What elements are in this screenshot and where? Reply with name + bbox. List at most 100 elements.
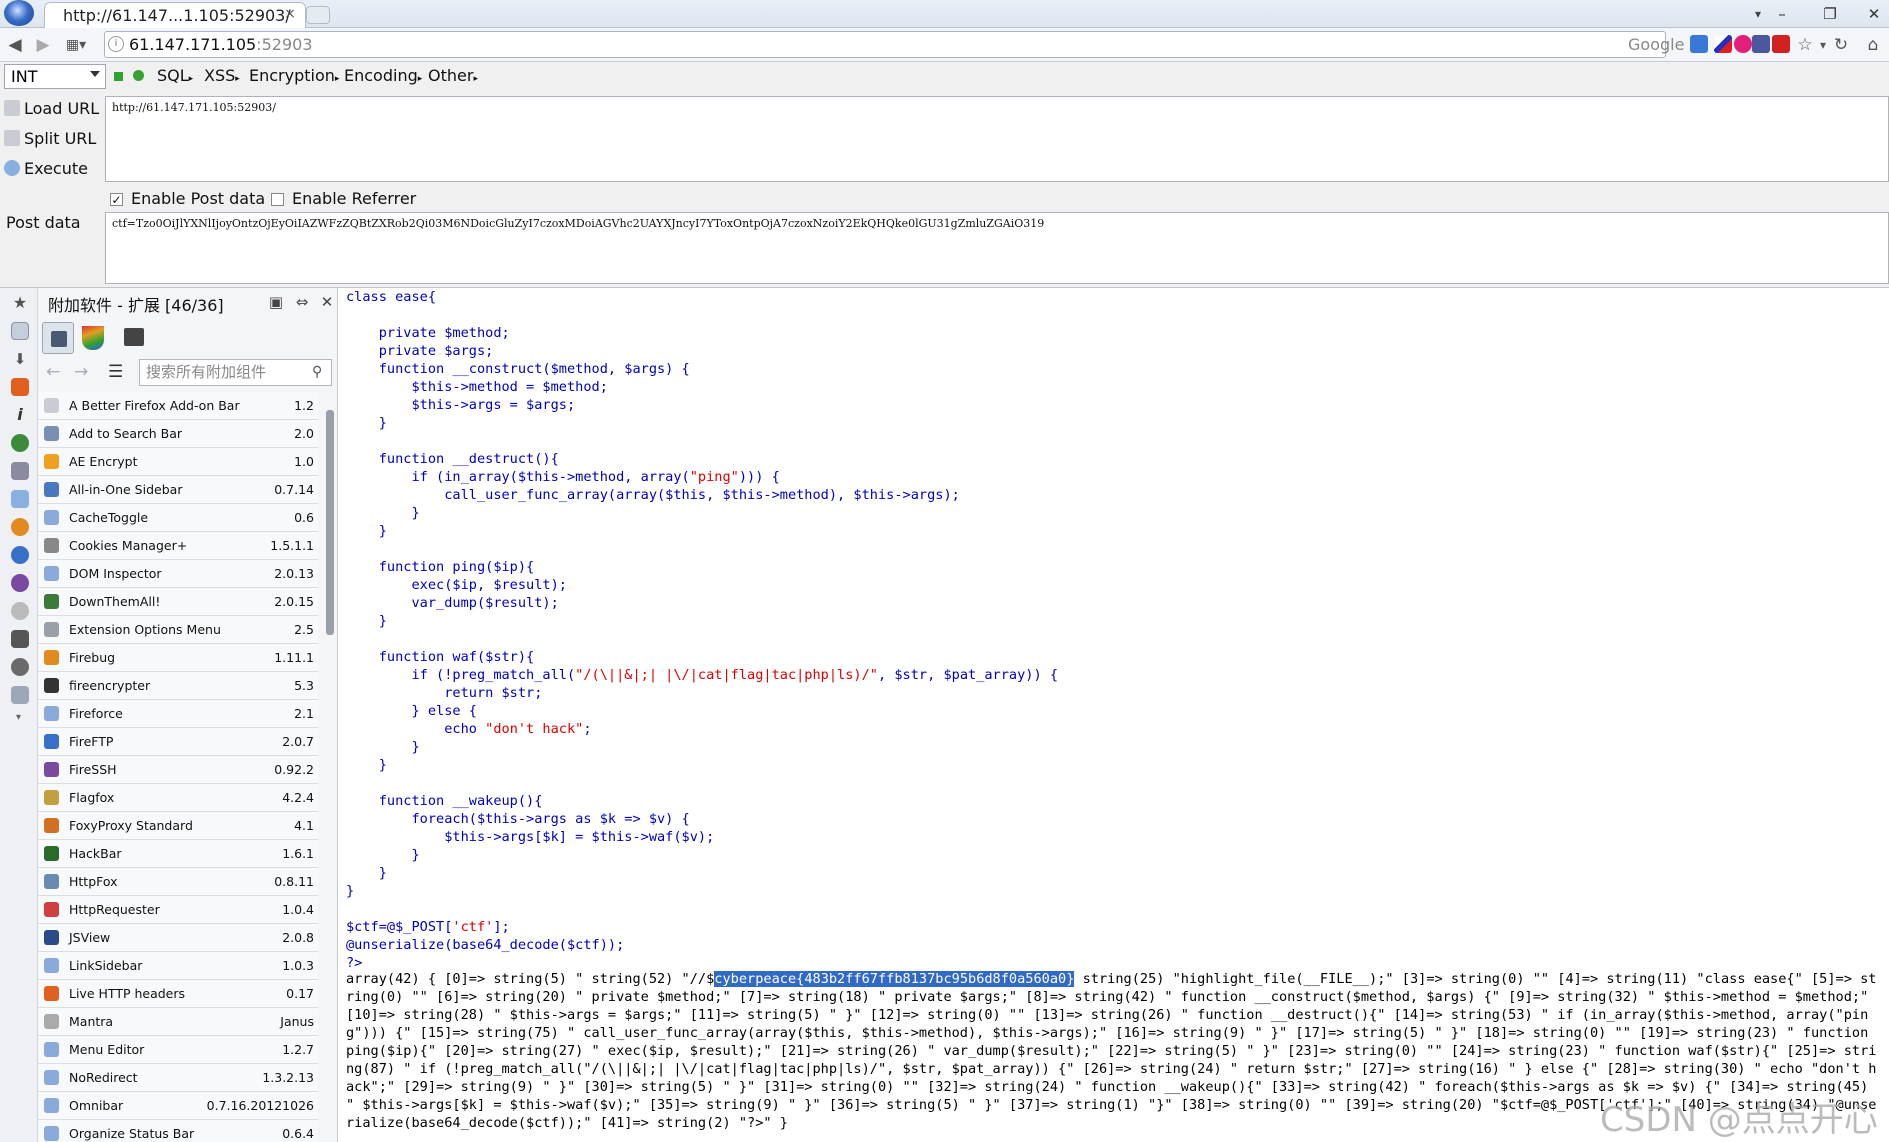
- google-icon[interactable]: [1690, 35, 1708, 53]
- addon-row[interactable]: DOM Inspector 2.0.13: [38, 560, 318, 588]
- forward-icon[interactable]: ▶: [32, 34, 54, 56]
- increase-icon[interactable]: [133, 70, 144, 81]
- home-icon[interactable]: ⌂: [1862, 34, 1884, 56]
- addon-version: 2.5: [294, 622, 314, 637]
- tag-icon[interactable]: [11, 686, 29, 704]
- appearance-icon[interactable]: [82, 326, 104, 350]
- addons-menu-icon[interactable]: ☰: [108, 362, 123, 382]
- firebug-icon[interactable]: [11, 518, 29, 536]
- info-icon[interactable]: i: [11, 406, 29, 424]
- search-icon[interactable]: ⚲: [312, 364, 326, 380]
- split-url-button[interactable]: Split URL: [4, 127, 96, 151]
- tab-active[interactable]: http://61.147...1.105:52903/: [44, 2, 306, 29]
- addon-row[interactable]: Firebug 1.11.1: [38, 644, 318, 672]
- addon-row[interactable]: FireSSH 0.92.2: [38, 756, 318, 784]
- addon-row[interactable]: FoxyProxy Standard 4.1: [38, 812, 318, 840]
- addon-row[interactable]: Omnibar 0.7.16.20121026: [38, 1092, 318, 1120]
- addon-row[interactable]: Add to Search Bar 2.0: [38, 420, 318, 448]
- tab-title: http://61.147...1.105:52903/: [63, 6, 291, 25]
- extensions-tab[interactable]: [42, 322, 74, 354]
- addon-row[interactable]: A Better Firefox Add-on Bar 1.2: [38, 392, 318, 420]
- sidebar-window-icon[interactable]: ▣: [266, 292, 286, 312]
- addon-row[interactable]: Mantra Janus: [38, 1008, 318, 1036]
- addons-scrollbar[interactable]: [326, 410, 334, 635]
- addon-row[interactable]: HttpRequester 1.0.4: [38, 896, 318, 924]
- pen-icon[interactable]: [1714, 35, 1732, 53]
- sidebar-close-icon[interactable]: ✕: [317, 292, 337, 312]
- load-url-icon: [4, 100, 20, 116]
- minimize-button[interactable]: –: [1770, 4, 1794, 24]
- addon-row[interactable]: LinkSidebar 1.0.3: [38, 952, 318, 980]
- sidebar-swap-icon[interactable]: ⇔: [292, 292, 312, 312]
- sphere-icon[interactable]: [11, 658, 29, 676]
- enable-post-checkbox[interactable]: ✓: [110, 193, 123, 206]
- reload-icon[interactable]: ↻: [1830, 34, 1852, 56]
- plugins-icon[interactable]: [124, 328, 144, 346]
- restore-button[interactable]: ❐: [1818, 4, 1842, 24]
- addon-row[interactable]: HackBar 1.6.1: [38, 840, 318, 868]
- url-bar[interactable]: 61.147.171.105:52903: [104, 31, 1666, 58]
- menu-encryption[interactable]: Encryption▸: [249, 66, 339, 85]
- tab-close-icon[interactable]: ×: [282, 5, 298, 23]
- back-icon[interactable]: ◀: [4, 34, 26, 56]
- addon-row[interactable]: Cookies Manager+ 1.5.1.1: [38, 532, 318, 560]
- new-tab-button[interactable]: [306, 6, 330, 24]
- menu-sql[interactable]: SQL▸: [157, 66, 193, 85]
- addon-row[interactable]: Organize Status Bar 0.6.4: [38, 1120, 318, 1142]
- menu-other[interactable]: Other▸: [428, 66, 478, 85]
- decrease-icon[interactable]: [114, 72, 123, 81]
- addon-version: 1.6.1: [282, 846, 314, 861]
- swirl-icon[interactable]: [1734, 35, 1752, 53]
- downloads-icon[interactable]: ⬇: [11, 350, 29, 368]
- history-menu-icon[interactable]: ▦▾: [60, 34, 92, 56]
- toolbar-addon-icon[interactable]: [1752, 35, 1770, 53]
- addon-row[interactable]: HttpFox 0.8.11: [38, 868, 318, 896]
- menu-encoding[interactable]: Encoding▸: [344, 66, 422, 85]
- grid-icon[interactable]: [11, 630, 29, 648]
- code-line: }: [346, 612, 1058, 630]
- addon-row[interactable]: JSView 2.0.8: [38, 924, 318, 952]
- addon-row[interactable]: NoRedirect 1.3.2.13: [38, 1064, 318, 1092]
- enable-referrer-checkbox[interactable]: [271, 193, 284, 206]
- browser-logo-icon[interactable]: [4, 0, 34, 26]
- load-url-button[interactable]: Load URL: [4, 97, 99, 121]
- close-window-button[interactable]: ✕: [1862, 4, 1886, 24]
- addons-forward-icon[interactable]: →: [74, 362, 88, 382]
- menu-xss[interactable]: XSS▸: [204, 66, 240, 85]
- addon-row[interactable]: Fireforce 2.1: [38, 700, 318, 728]
- addon-version: 2.1: [294, 706, 314, 721]
- execute-button[interactable]: Execute: [4, 157, 88, 181]
- site-identity-icon[interactable]: i: [108, 36, 124, 52]
- globe-icon[interactable]: [11, 434, 29, 452]
- addons-back-icon[interactable]: ←: [46, 362, 60, 382]
- fireftp-icon[interactable]: [11, 546, 29, 564]
- tab-list-caret-icon[interactable]: ▾: [1748, 4, 1768, 24]
- addon-row[interactable]: Menu Editor 1.2.7: [38, 1036, 318, 1064]
- code-token: exec($ip, $result);: [346, 577, 567, 593]
- addons-icon[interactable]: [11, 322, 29, 340]
- flag-selection[interactable]: cyberpeace{483b2ff67ffb8137bc95b6d8f0a56…: [714, 971, 1075, 987]
- cookie-icon[interactable]: [11, 602, 29, 620]
- addon-row[interactable]: Live HTTP headers 0.17: [38, 980, 318, 1008]
- addon-row[interactable]: Extension Options Menu 2.5: [38, 616, 318, 644]
- addon-row[interactable]: CacheToggle 0.6: [38, 504, 318, 532]
- addon-row[interactable]: DownThemAll! 2.0.15: [38, 588, 318, 616]
- url-textarea[interactable]: http://61.147.171.105:52903/: [105, 96, 1889, 182]
- addons-search-input[interactable]: 搜索所有附加组件: [139, 359, 332, 386]
- glasses-icon[interactable]: [11, 462, 29, 480]
- addon-row[interactable]: FireFTP 2.0.7: [38, 728, 318, 756]
- flag-icon[interactable]: [1772, 35, 1790, 53]
- addon-row[interactable]: fireencrypter 5.3: [38, 672, 318, 700]
- code-token: $this->args = $args;: [346, 397, 576, 413]
- post-data-textarea[interactable]: ctf=Tzo0OiJlYXNlIjoyOntzOjEyOiIAZWFzZQBt…: [105, 212, 1889, 284]
- firessh-icon[interactable]: [11, 574, 29, 592]
- addon-row[interactable]: AE Encrypt 1.0: [38, 448, 318, 476]
- addon-row[interactable]: All-in-One Sidebar 0.7.14: [38, 476, 318, 504]
- monitor-icon[interactable]: [11, 490, 29, 508]
- bookmarks-icon[interactable]: ★: [11, 294, 29, 312]
- search-engine-label[interactable]: Google: [1628, 35, 1684, 54]
- web-developer-icon[interactable]: [11, 378, 29, 396]
- addon-row[interactable]: Flagfox 4.2.4: [38, 784, 318, 812]
- more-icon[interactable]: ▾: [16, 712, 21, 723]
